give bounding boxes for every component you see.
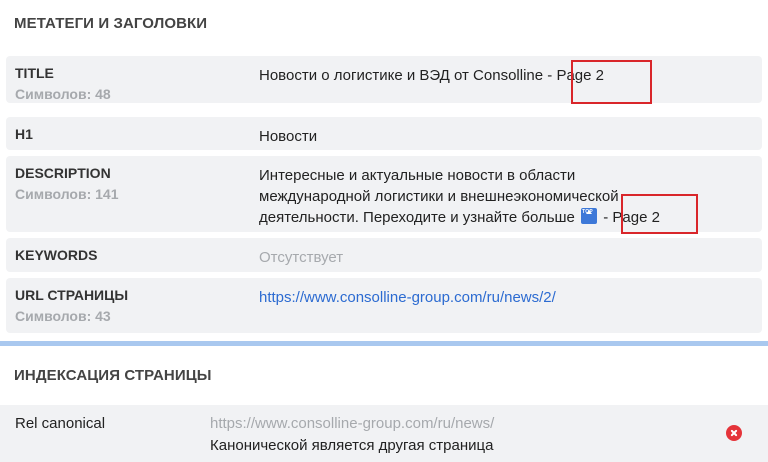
title-value: Новости о логистике и ВЭД от Consolline … — [259, 65, 604, 86]
indexing-section-title: ИНДЕКСАЦИЯ СТРАНИЦЫ — [14, 367, 212, 384]
url-row: URL СТРАНИЦЫ Символов: 43 https://www.co… — [6, 278, 762, 333]
description-line-1: Интересные и актуальные новости в област… — [259, 167, 576, 184]
h1-label: H1 — [15, 126, 33, 142]
keywords-row: KEYWORDS Отсутствует — [6, 238, 762, 272]
page-url-link[interactable]: https://www.consolline-group.com/ru/news… — [259, 287, 556, 308]
url-char-count: Символов: 43 — [15, 308, 111, 324]
error-icon — [726, 425, 742, 441]
title-char-count: Символов: 48 — [15, 86, 111, 102]
keywords-value: Отсутствует — [259, 249, 344, 266]
top-icon — [581, 202, 598, 224]
h1-value: Новости — [259, 128, 318, 145]
h1-row: H1 Новости — [6, 117, 762, 150]
title-page-highlight — [571, 60, 652, 104]
description-label: DESCRIPTION — [15, 165, 111, 181]
description-line-3: деятельности. Переходите и узнайте больш… — [259, 202, 660, 228]
canonical-url: https://www.consolline-group.com/ru/news… — [210, 415, 495, 432]
canonical-label: Rel canonical — [15, 415, 106, 432]
canonical-row: Rel canonical https://www.consolline-gro… — [0, 405, 768, 462]
title-label: TITLE — [15, 65, 54, 81]
description-line-2: международной логистики и внешнеэкономич… — [259, 188, 619, 205]
keywords-label: KEYWORDS — [15, 247, 98, 263]
canonical-note: Канонической является другая страница — [210, 437, 494, 454]
section-divider — [0, 341, 768, 346]
description-page-highlight — [621, 194, 698, 234]
meta-section-title: МЕТАТЕГИ И ЗАГОЛОВКИ — [14, 15, 208, 32]
url-label: URL СТРАНИЦЫ — [15, 287, 129, 303]
title-value-main: Новости о логистике и ВЭД от Consolline … — [259, 67, 557, 84]
description-line-3-text: деятельности. Переходите и узнайте больш… — [259, 209, 575, 226]
description-value: Интересные и актуальные новости в област… — [259, 165, 660, 228]
description-char-count: Символов: 141 — [15, 186, 119, 202]
